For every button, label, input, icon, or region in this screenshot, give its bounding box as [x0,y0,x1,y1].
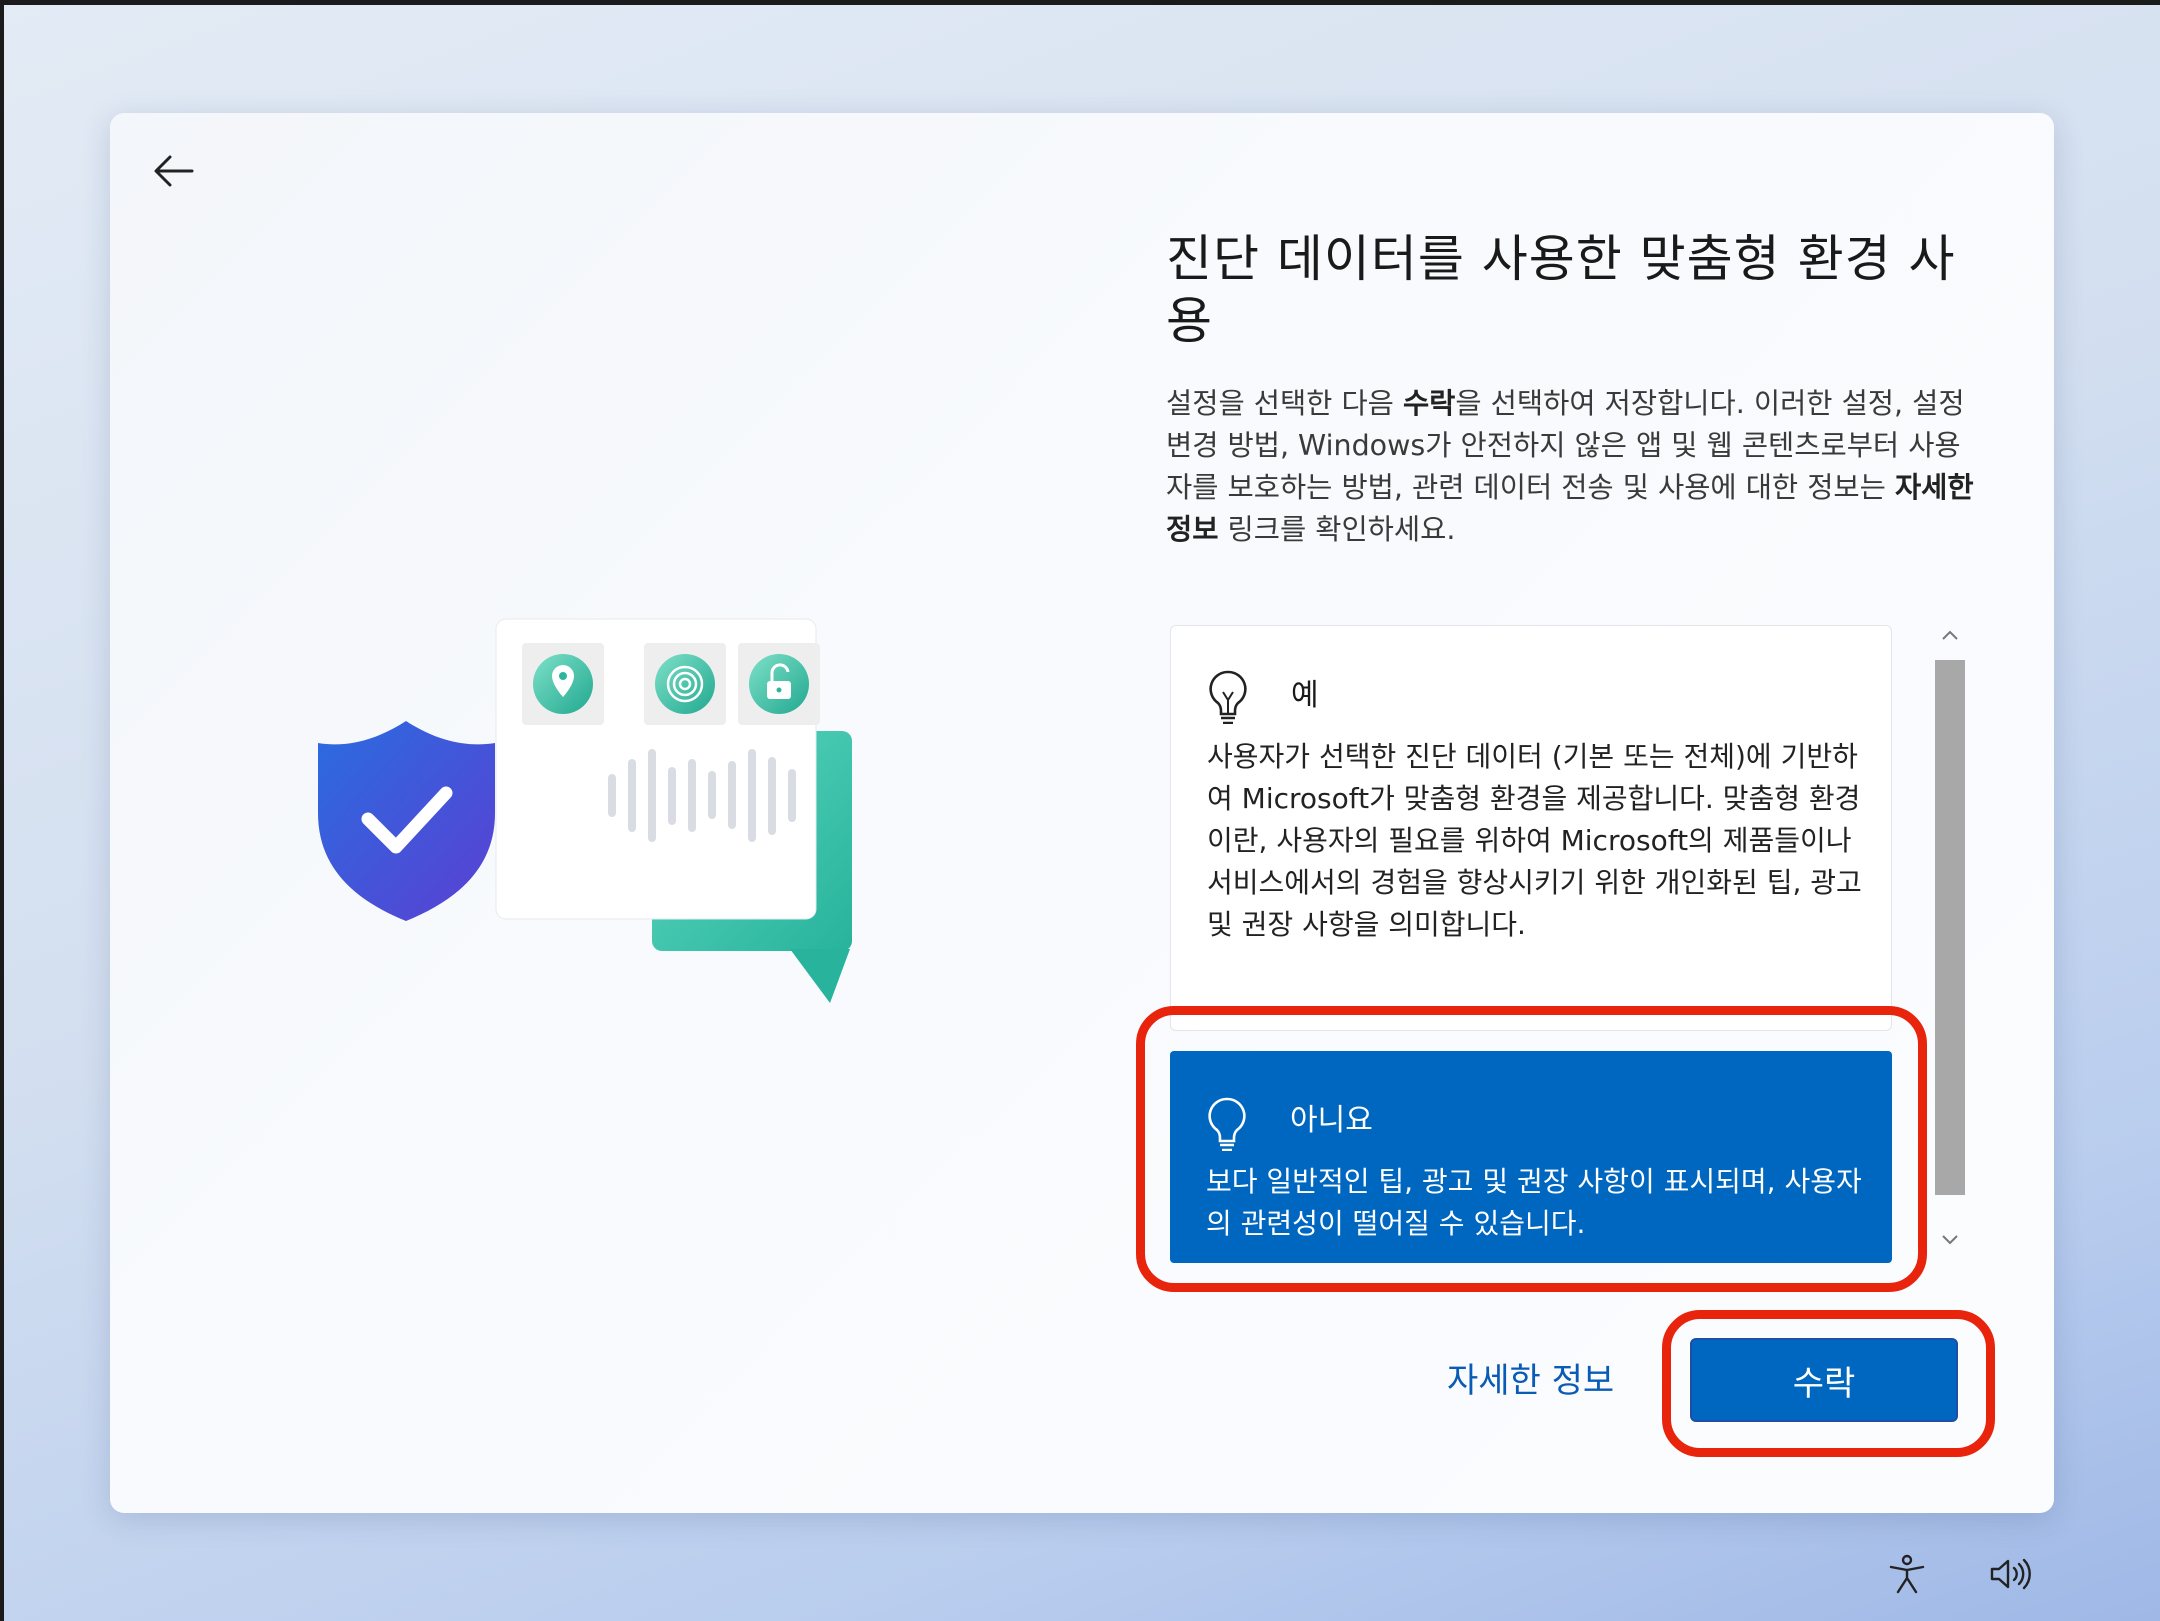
options-scrollbar[interactable] [1933,620,1967,1262]
page-title: 진단 데이터를 사용한 맞춤형 환경 사용 [1166,230,1956,350]
unlock-icon [749,654,809,714]
accessibility-icon[interactable] [1886,1553,1928,1595]
scroll-down-button[interactable] [1935,1225,1965,1255]
location-pin-icon [533,654,593,714]
shield-check-icon [318,721,495,921]
left-border [0,0,4,1621]
page-description: 설정을 선택한 다음 수락을 선택하여 저장합니다. 이러한 설정, 설정 변경… [1166,383,1976,551]
back-arrow-icon [154,155,194,187]
learn-more-link[interactable]: 자세한 정보 [1447,1356,1614,1406]
privacy-illustration [318,618,852,1003]
lightbulb-icon [1209,670,1247,724]
oobe-panel: 진단 데이터를 사용한 맞춤형 환경 사용 설정을 선택한 다음 수락을 선택하… [110,113,2054,1513]
fingerprint-icon [655,654,715,714]
highlight-option-no [1136,1006,1927,1292]
scroll-up-button[interactable] [1935,620,1965,650]
back-button[interactable] [146,143,202,199]
chevron-down-icon [1942,1235,1958,1245]
option-yes-title: 예 [1291,678,1319,713]
scrollbar-thumb[interactable] [1935,660,1965,1195]
option-yes-text: 사용자가 선택한 진단 데이터 (기본 또는 전체)에 기반하여 Microso… [1207,740,1862,941]
option-yes[interactable]: 예 사용자가 선택한 진단 데이터 (기본 또는 전체)에 기반하여 Micro… [1170,625,1892,1031]
description-text-3: 링크를 확인하세요. [1218,513,1456,546]
chevron-up-icon [1942,630,1958,640]
accept-button[interactable]: 수락 [1690,1338,1958,1422]
top-border [0,0,2160,5]
description-bold-accept: 수락 [1402,387,1456,420]
volume-icon[interactable] [1988,1555,2032,1593]
description-text-1: 설정을 선택한 다음 [1166,387,1403,420]
